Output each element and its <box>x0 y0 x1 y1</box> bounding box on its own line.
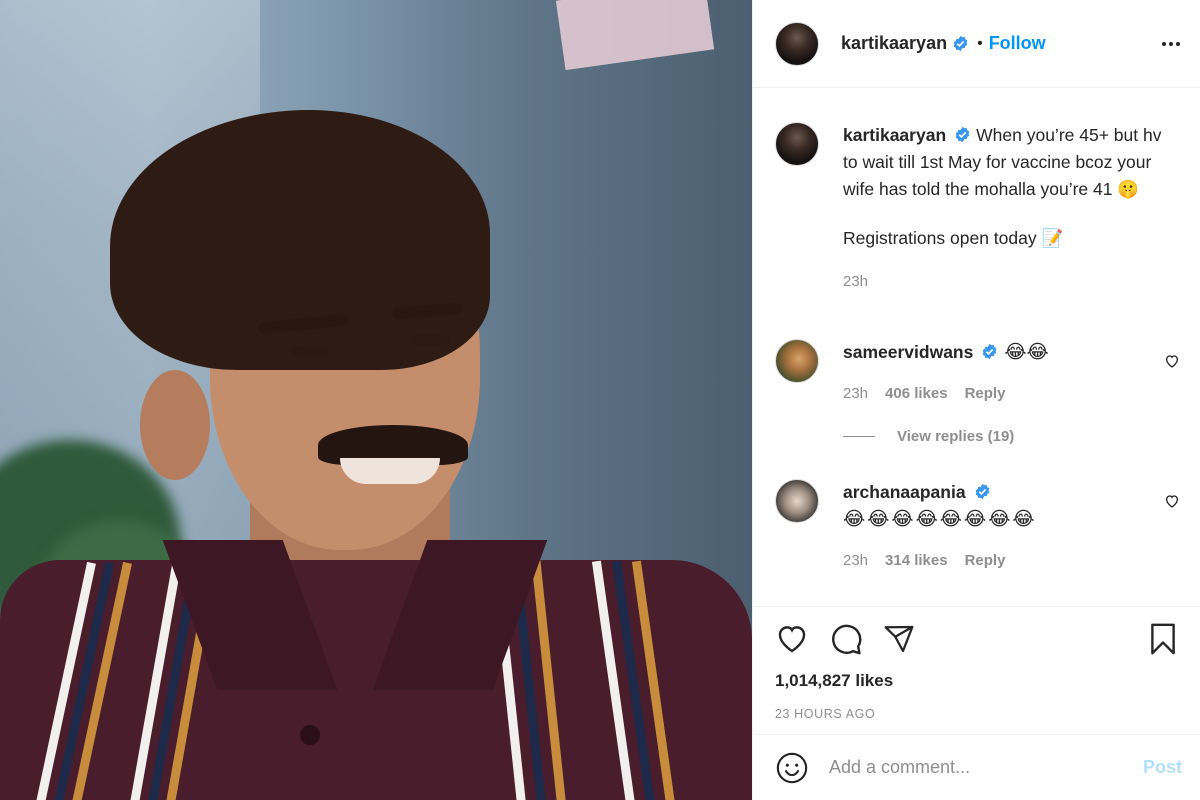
like-count[interactable]: 1,014,827 likes <box>775 671 1180 691</box>
caption-text-block: kartikaaryan When you’re 45+ but hv to wa… <box>843 122 1173 203</box>
comment-avatar[interactable] <box>775 339 819 383</box>
comment-avatar[interactable] <box>775 479 819 523</box>
comment-username[interactable]: sameervidwans <box>843 342 973 362</box>
add-comment-bar: Post <box>753 734 1200 800</box>
post-username[interactable]: kartikaaryan <box>841 33 947 54</box>
post-comment-button[interactable]: Post <box>1143 757 1182 778</box>
verified-icon <box>953 35 968 52</box>
replies-divider-line <box>843 436 875 437</box>
comment-likes[interactable]: 314 likes <box>885 547 948 574</box>
follow-button[interactable]: Follow <box>989 33 1046 54</box>
avatar[interactable] <box>775 122 819 166</box>
view-replies-label: View replies (19) <box>897 428 1015 445</box>
verified-icon <box>975 483 989 500</box>
separator-dot: • <box>977 34 983 52</box>
reply-button[interactable]: Reply <box>965 547 1006 574</box>
share-icon[interactable] <box>883 623 915 655</box>
emoji-icon[interactable] <box>775 751 809 785</box>
eye <box>290 345 330 357</box>
heart-icon[interactable] <box>775 622 809 656</box>
post-timestamp[interactable]: 23 HOURS AGO <box>775 707 1180 721</box>
comment-icon[interactable] <box>829 622 863 656</box>
post-image[interactable] <box>0 0 752 800</box>
comment-text: 😂😂😂😂😂😂😂😂 <box>843 509 1037 530</box>
comment-text: 😂😂 <box>1004 342 1049 363</box>
comment-like-heart-icon[interactable] <box>1164 353 1180 369</box>
comment-like-heart-icon[interactable] <box>1164 493 1180 509</box>
comment-item: sameervidwans 😂😂 23h 406 likes Reply <box>775 339 1180 407</box>
reply-button[interactable]: Reply <box>965 380 1006 407</box>
caption-timestamp[interactable]: 23h <box>843 268 868 295</box>
more-options-icon[interactable] <box>1162 41 1180 46</box>
comment-timestamp[interactable]: 23h <box>843 380 868 407</box>
comment-item: archanaapania 😂😂😂😂😂😂😂😂 23h 314 likes Repl… <box>775 479 1180 574</box>
caption: kartikaaryan When you’re 45+ but hv to wa… <box>775 122 1180 295</box>
caption-text-line2: Registrations open today 📝 <box>843 228 1064 248</box>
comments-list[interactable]: kartikaaryan When you’re 45+ but hv to wa… <box>753 88 1200 606</box>
comment-input[interactable] <box>829 757 1143 778</box>
bookmark-icon[interactable] <box>1146 622 1180 656</box>
avatar[interactable] <box>775 21 819 66</box>
eye <box>410 334 450 346</box>
ear <box>140 370 210 480</box>
post-panel: kartikaaryan • Follow kartikaaryan When y… <box>752 0 1200 800</box>
caption-username[interactable]: kartikaaryan <box>843 125 946 145</box>
verified-icon <box>982 343 997 360</box>
shirt-button <box>300 725 320 745</box>
comment-timestamp[interactable]: 23h <box>843 547 868 574</box>
smile <box>340 458 440 484</box>
post-header: kartikaaryan • Follow <box>753 0 1200 88</box>
post-actions: 1,014,827 likes 23 HOURS AGO <box>753 606 1200 721</box>
comment-likes[interactable]: 406 likes <box>885 380 948 407</box>
view-replies-button[interactable]: View replies (19) <box>843 428 1014 445</box>
comment-username[interactable]: archanaapania <box>843 482 966 502</box>
verified-icon <box>955 126 970 143</box>
background-sign <box>555 0 715 71</box>
